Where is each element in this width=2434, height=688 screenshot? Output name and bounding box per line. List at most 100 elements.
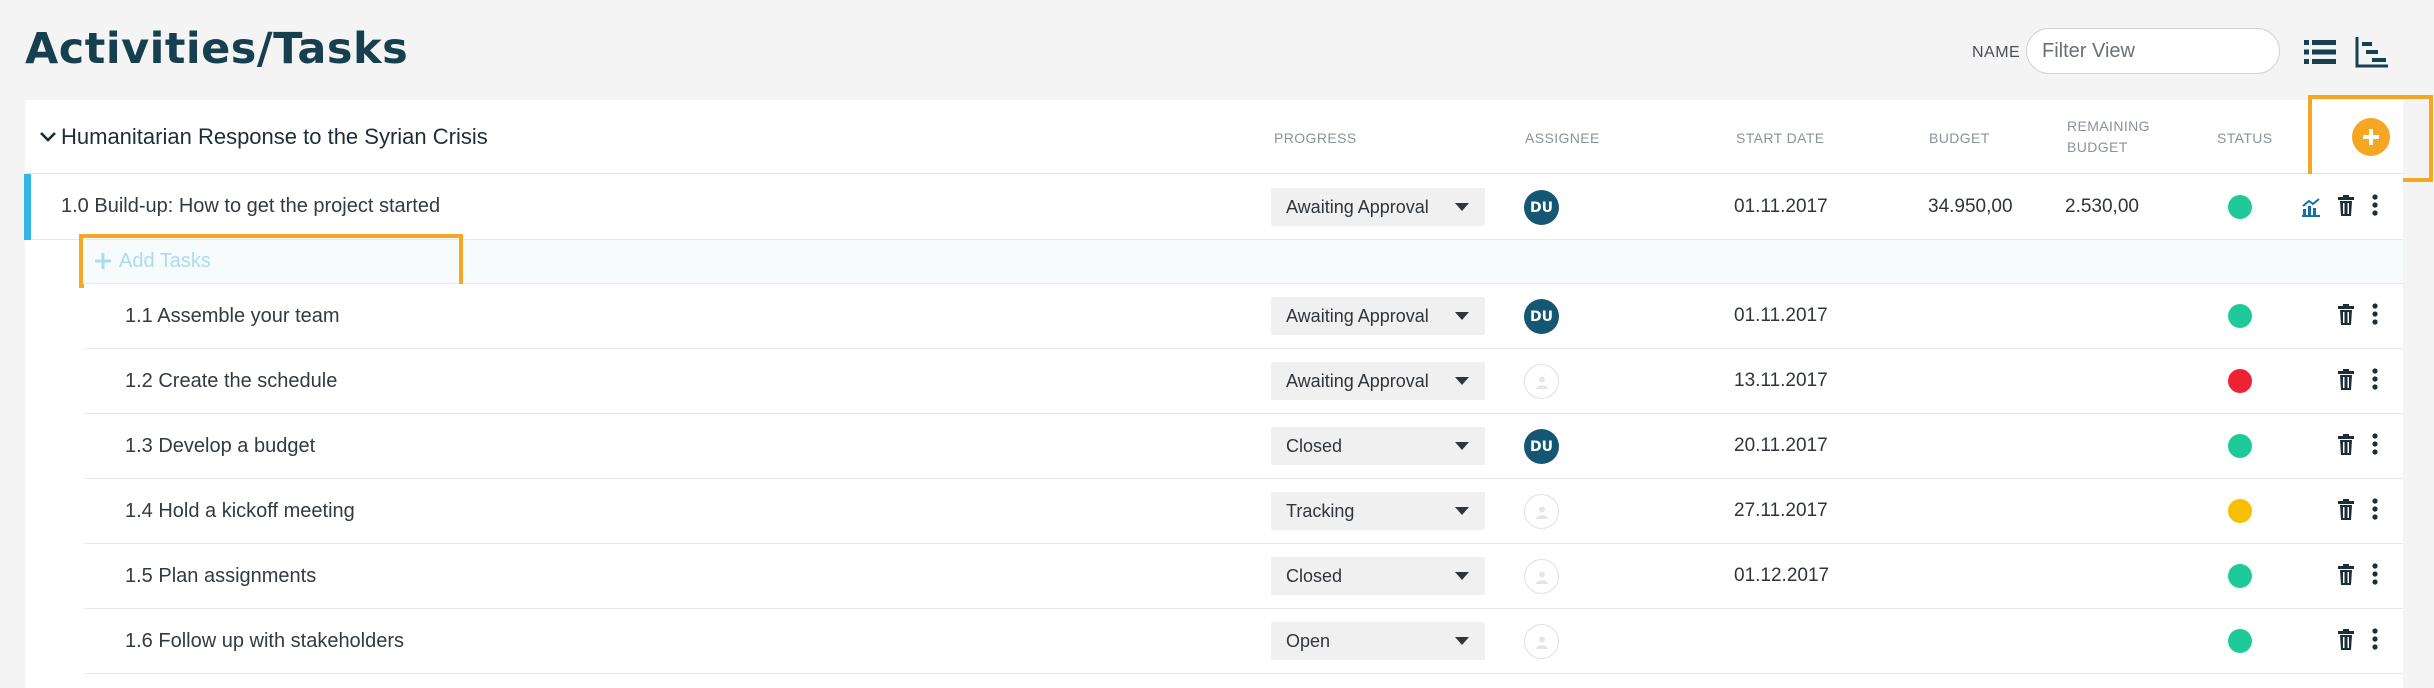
task-name: 1.6 Follow up with stakeholders [125,630,405,652]
avatar[interactable]: DU [1524,299,1559,334]
start-date: 27.11.2017 [1734,500,1828,521]
task-name: 1.3 Develop a budget [125,435,316,457]
table-row[interactable]: 1.4 Hold a kickoff meeting Tracking 27.1… [84,479,2403,544]
trash-icon [2338,303,2354,325]
user-placeholder-icon [1535,376,1548,389]
delete-button[interactable] [2334,365,2358,393]
start-date: 01.11.2017 [1734,196,1828,217]
more-options-button[interactable] [2363,300,2387,328]
more-options-button[interactable] [2363,625,2387,653]
more-vertical-icon [2372,433,2378,455]
caret-down-icon [1455,377,1469,385]
avatar[interactable]: DU [1524,190,1559,225]
caret-down-icon [1455,507,1469,515]
delete-button[interactable] [2334,430,2358,458]
progress-select[interactable]: Open [1271,622,1485,660]
start-date: 20.11.2017 [1734,435,1828,456]
column-header-progress: PROGRESS [1274,130,1357,146]
progress-select[interactable]: Awaiting Approval [1271,362,1485,400]
more-options-button[interactable] [2363,430,2387,458]
more-vertical-icon [2372,303,2378,325]
remaining-budget-value: 2.530,00 [2065,196,2139,217]
caret-down-icon [1455,312,1469,320]
avatar-empty[interactable] [1524,364,1559,399]
more-vertical-icon [2372,628,2378,650]
trash-icon [2338,563,2354,585]
table-row[interactable]: 1.3 Develop a budget Closed DU 20.11.201… [84,414,2403,479]
progress-select[interactable]: Awaiting Approval [1271,188,1485,226]
status-dot [2228,629,2252,653]
avatar-empty[interactable] [1524,494,1559,529]
filter-view-input[interactable] [2026,28,2280,74]
progress-select[interactable]: Closed [1271,557,1485,595]
trash-icon [2338,194,2354,216]
status-dot [2228,564,2252,588]
progress-select[interactable]: Awaiting Approval [1271,297,1485,335]
delete-button[interactable] [2334,495,2358,523]
delete-button[interactable] [2334,300,2358,328]
progress-select[interactable]: Closed [1271,427,1485,465]
progress-value: Open [1286,630,1331,651]
gantt-view-button[interactable] [2352,34,2392,70]
delete-button[interactable] [2334,560,2358,588]
task-name: 1.4 Hold a kickoff meeting [125,500,355,522]
avatar-empty[interactable] [1524,559,1559,594]
table-row-parent[interactable]: 1.0 Build-up: How to get the project sta… [24,174,2403,240]
list-view-button[interactable] [2300,34,2340,70]
caret-down-icon [1455,203,1469,211]
trash-icon [2338,628,2354,650]
row-accent-bar [24,174,31,240]
start-date: 01.11.2017 [1734,305,1828,326]
budget-value: 34.950,00 [1928,196,2013,217]
status-dot [2228,434,2252,458]
user-placeholder-icon [1535,506,1548,519]
more-options-button[interactable] [2363,365,2387,393]
task-name: 1.0 Build-up: How to get the project sta… [61,195,441,217]
project-title: Humanitarian Response to the Syrian Cris… [61,124,488,149]
more-vertical-icon [2372,368,2378,390]
project-header-row: Humanitarian Response to the Syrian Cris… [25,95,2433,182]
progress-select[interactable]: Tracking [1271,492,1485,530]
user-placeholder-icon [1535,571,1548,584]
start-date: 13.11.2017 [1734,370,1828,391]
column-header-remaining-line2: BUDGET [2067,139,2128,155]
trash-icon [2338,433,2354,455]
caret-down-icon [1455,637,1469,645]
tasks-panel: Humanitarian Response to the Syrian Cris… [24,95,2433,688]
chevron-down-icon[interactable] [37,126,59,148]
progress-value: Awaiting Approval [1286,370,1429,391]
gantt-view-icon [2355,37,2388,68]
progress-value: Closed [1286,565,1343,586]
table-row[interactable]: 1.1 Assemble your team Awaiting Approval… [84,284,2403,349]
more-vertical-icon [2372,194,2378,216]
list-view-icon [2304,40,2336,64]
avatar[interactable]: DU [1524,429,1559,464]
more-options-button[interactable] [2363,560,2387,588]
task-name: 1.5 Plan assignments [125,565,317,587]
delete-button[interactable] [2334,191,2358,219]
status-dot [2228,369,2252,393]
delete-button[interactable] [2334,625,2358,653]
table-row[interactable]: 1.2 Create the schedule Awaiting Approva… [84,349,2403,414]
table-row [84,674,2403,688]
more-options-button[interactable] [2363,191,2387,219]
chart-button[interactable] [2299,193,2323,221]
task-name: 1.2 Create the schedule [125,370,338,392]
table-row[interactable]: 1.5 Plan assignments Closed 01.12.2017 [84,544,2403,609]
plus-circle-icon [2363,129,2379,145]
task-name: 1.1 Assemble your team [125,305,340,327]
more-options-button[interactable] [2363,495,2387,523]
column-header-remaining-line1: REMAINING [2067,118,2150,134]
status-dot [2228,304,2252,328]
chart-icon [2302,198,2320,217]
status-dot [2228,499,2252,523]
filter-label: NAME [1972,44,2021,61]
column-header-remaining-budget: REMAINING BUDGET [2067,116,2150,158]
add-task-button[interactable] [2352,118,2390,156]
table-row[interactable]: 1.6 Follow up with stakeholders Open [84,609,2403,674]
start-date: 01.12.2017 [1734,565,1830,586]
progress-value: Closed [1286,435,1343,456]
page-title: Activities/Tasks [25,24,409,74]
avatar-empty[interactable] [1524,624,1559,659]
add-tasks-highlight-frame [79,234,463,288]
